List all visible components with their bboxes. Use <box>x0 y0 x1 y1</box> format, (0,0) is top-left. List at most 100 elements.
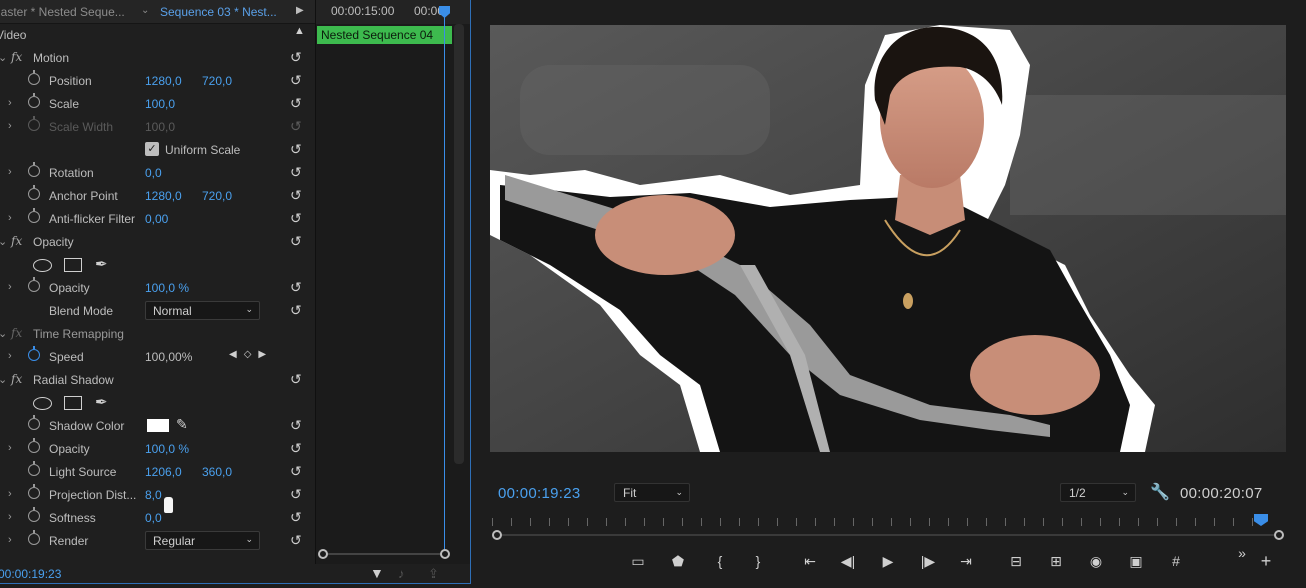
reset-icon[interactable]: ↺ <box>290 371 302 388</box>
export-frame-icon[interactable]: ◉ <box>1084 550 1108 572</box>
tab-master-clip[interactable]: laster * Nested Seque... <box>0 5 125 19</box>
footer-timecode[interactable]: 00:00:19:23 <box>0 567 61 581</box>
mark-out-icon[interactable]: } <box>746 550 770 572</box>
go-to-in-icon[interactable]: ⇤ <box>798 550 822 572</box>
uniform-scale-checkbox[interactable]: ✓ <box>145 142 159 156</box>
pen-mask-icon[interactable]: ✒ <box>95 255 108 273</box>
tab-sequence-clip[interactable]: Sequence 03 * Nest... <box>160 5 277 19</box>
nested-sequence-clip[interactable]: Nested Sequence 04 <box>317 26 452 44</box>
reset-icon[interactable]: ↺ <box>290 509 302 526</box>
keyframe-navigator-icon[interactable]: ◀◇▶ <box>229 349 273 360</box>
stopwatch-icon[interactable] <box>28 185 40 200</box>
mark-in-icon[interactable]: { <box>708 550 732 572</box>
twirl-right-icon[interactable]: › <box>8 166 12 178</box>
ellipse-mask-icon[interactable] <box>33 259 52 272</box>
rotation-value[interactable]: 0,0 <box>145 166 162 180</box>
playback-resolution-select[interactable]: 1/2 ⌄ <box>1060 483 1136 502</box>
stopwatch-icon[interactable] <box>28 70 40 85</box>
stopwatch-icon[interactable] <box>28 438 40 453</box>
scroll-right-handle[interactable] <box>440 549 450 559</box>
fx-icon[interactable]: fx <box>11 372 22 386</box>
reset-icon[interactable]: ↺ <box>290 279 302 296</box>
more-controls-icon[interactable]: » <box>1230 542 1254 564</box>
twirl-right-icon[interactable]: › <box>8 97 12 109</box>
twirl-right-icon[interactable]: › <box>8 442 12 454</box>
button-editor-icon[interactable]: + <box>1254 550 1278 572</box>
twirl-down-icon[interactable]: ⌄ <box>0 235 7 248</box>
ruler-zoom-bar[interactable] <box>498 534 1276 536</box>
time-remapping-row[interactable]: ⌄ fx Time Remapping <box>0 323 315 346</box>
render-select[interactable]: Regular ⌄ <box>145 531 260 550</box>
comparison-view-icon[interactable]: ▣ <box>1124 550 1148 572</box>
stopwatch-icon[interactable] <box>28 277 40 292</box>
playhead-timecode[interactable]: 00:00:19:23 <box>498 485 581 502</box>
opacity-effect-row[interactable]: ⌄ fx Opacity ↺ <box>0 231 315 254</box>
eyedropper-icon[interactable]: ✎ <box>176 416 188 433</box>
twirl-right-icon[interactable]: › <box>8 281 12 293</box>
zoom-select[interactable]: Fit ⌄ <box>614 483 690 502</box>
stopwatch-icon[interactable] <box>28 208 40 223</box>
play-button-icon[interactable]: ▶ <box>876 550 900 572</box>
zoom-right-handle[interactable] <box>1274 530 1284 540</box>
stopwatch-icon[interactable] <box>28 530 40 545</box>
stopwatch-icon[interactable] <box>28 346 40 361</box>
pen-mask-icon[interactable]: ✒ <box>95 393 108 411</box>
reset-icon[interactable]: ↺ <box>290 95 302 112</box>
scale-value[interactable]: 100,0 <box>145 97 175 111</box>
video-preview[interactable] <box>490 25 1286 452</box>
reset-icon[interactable]: ↺ <box>290 532 302 549</box>
step-forward-icon[interactable]: |▶ <box>916 550 940 572</box>
stopwatch-icon[interactable] <box>28 415 40 430</box>
play-icon[interactable]: ▶ <box>296 5 304 16</box>
chevron-down-icon[interactable]: ⌄ <box>141 5 149 16</box>
opacity-value[interactable]: 100,0 % <box>145 281 189 295</box>
lift-icon[interactable]: ⊟ <box>1004 550 1028 572</box>
reset-icon[interactable]: ↺ <box>290 463 302 480</box>
scroll-left-handle[interactable] <box>318 549 328 559</box>
reset-icon[interactable]: ↺ <box>290 210 302 227</box>
twirl-right-icon[interactable]: › <box>8 511 12 523</box>
speed-value[interactable]: 100,00% <box>145 350 192 364</box>
add-marker-icon[interactable]: ⬟ <box>666 550 690 572</box>
position-y-value[interactable]: 720,0 <box>202 74 232 88</box>
stopwatch-icon[interactable] <box>28 162 40 177</box>
monitor-time-ruler[interactable] <box>492 514 1284 540</box>
stopwatch-icon[interactable] <box>28 93 40 108</box>
reset-icon[interactable]: ↺ <box>290 49 302 66</box>
reset-icon[interactable]: ↺ <box>290 486 302 503</box>
twirl-right-icon[interactable]: › <box>8 120 12 132</box>
motion-effect-row[interactable]: ⌄ fx Motion ↺ <box>0 47 315 70</box>
stopwatch-icon[interactable] <box>28 484 40 499</box>
reset-icon[interactable]: ↺ <box>290 72 302 89</box>
shadow-opacity-value[interactable]: 100,0 % <box>145 442 189 456</box>
zoom-left-handle[interactable] <box>492 530 502 540</box>
twirl-down-icon[interactable]: ⌄ <box>0 373 7 386</box>
twirl-right-icon[interactable]: › <box>8 488 12 500</box>
wrench-icon[interactable]: 🔧 <box>1150 482 1170 502</box>
filter-icon[interactable]: ▼ <box>370 565 384 581</box>
reset-icon[interactable]: ↺ <box>290 440 302 457</box>
twirl-right-icon[interactable]: › <box>8 212 12 224</box>
rectangle-mask-icon[interactable] <box>64 396 82 410</box>
zoom-scrollbar[interactable] <box>318 548 450 560</box>
collapse-up-icon[interactable]: ▲ <box>294 25 305 37</box>
fx-icon[interactable]: fx <box>11 50 22 64</box>
twirl-down-icon[interactable]: ⌄ <box>0 51 7 64</box>
extract-icon[interactable]: ⊞ <box>1044 550 1068 572</box>
twirl-down-icon[interactable]: ⌄ <box>0 327 7 340</box>
ellipse-mask-icon[interactable] <box>33 397 52 410</box>
twirl-right-icon[interactable]: › <box>8 350 12 362</box>
reset-icon[interactable]: ↺ <box>290 187 302 204</box>
softness-value[interactable]: 0,0 <box>145 511 162 525</box>
go-to-out-icon[interactable]: ⇥ <box>954 550 978 572</box>
twirl-right-icon[interactable]: › <box>8 534 12 546</box>
rectangle-mask-icon[interactable] <box>64 258 82 272</box>
projection-distance-value[interactable]: 8,0 <box>145 488 162 502</box>
anchor-y-value[interactable]: 720,0 <box>202 189 232 203</box>
radial-shadow-effect-row[interactable]: ⌄ fx Radial Shadow ↺ <box>0 369 315 392</box>
reset-icon[interactable]: ↺ <box>290 233 302 250</box>
shadow-color-swatch[interactable] <box>147 419 169 432</box>
safe-margins-icon[interactable]: ▭ <box>626 550 650 572</box>
vertical-scrollbar[interactable] <box>454 24 464 464</box>
reset-icon[interactable]: ↺ <box>290 141 302 158</box>
